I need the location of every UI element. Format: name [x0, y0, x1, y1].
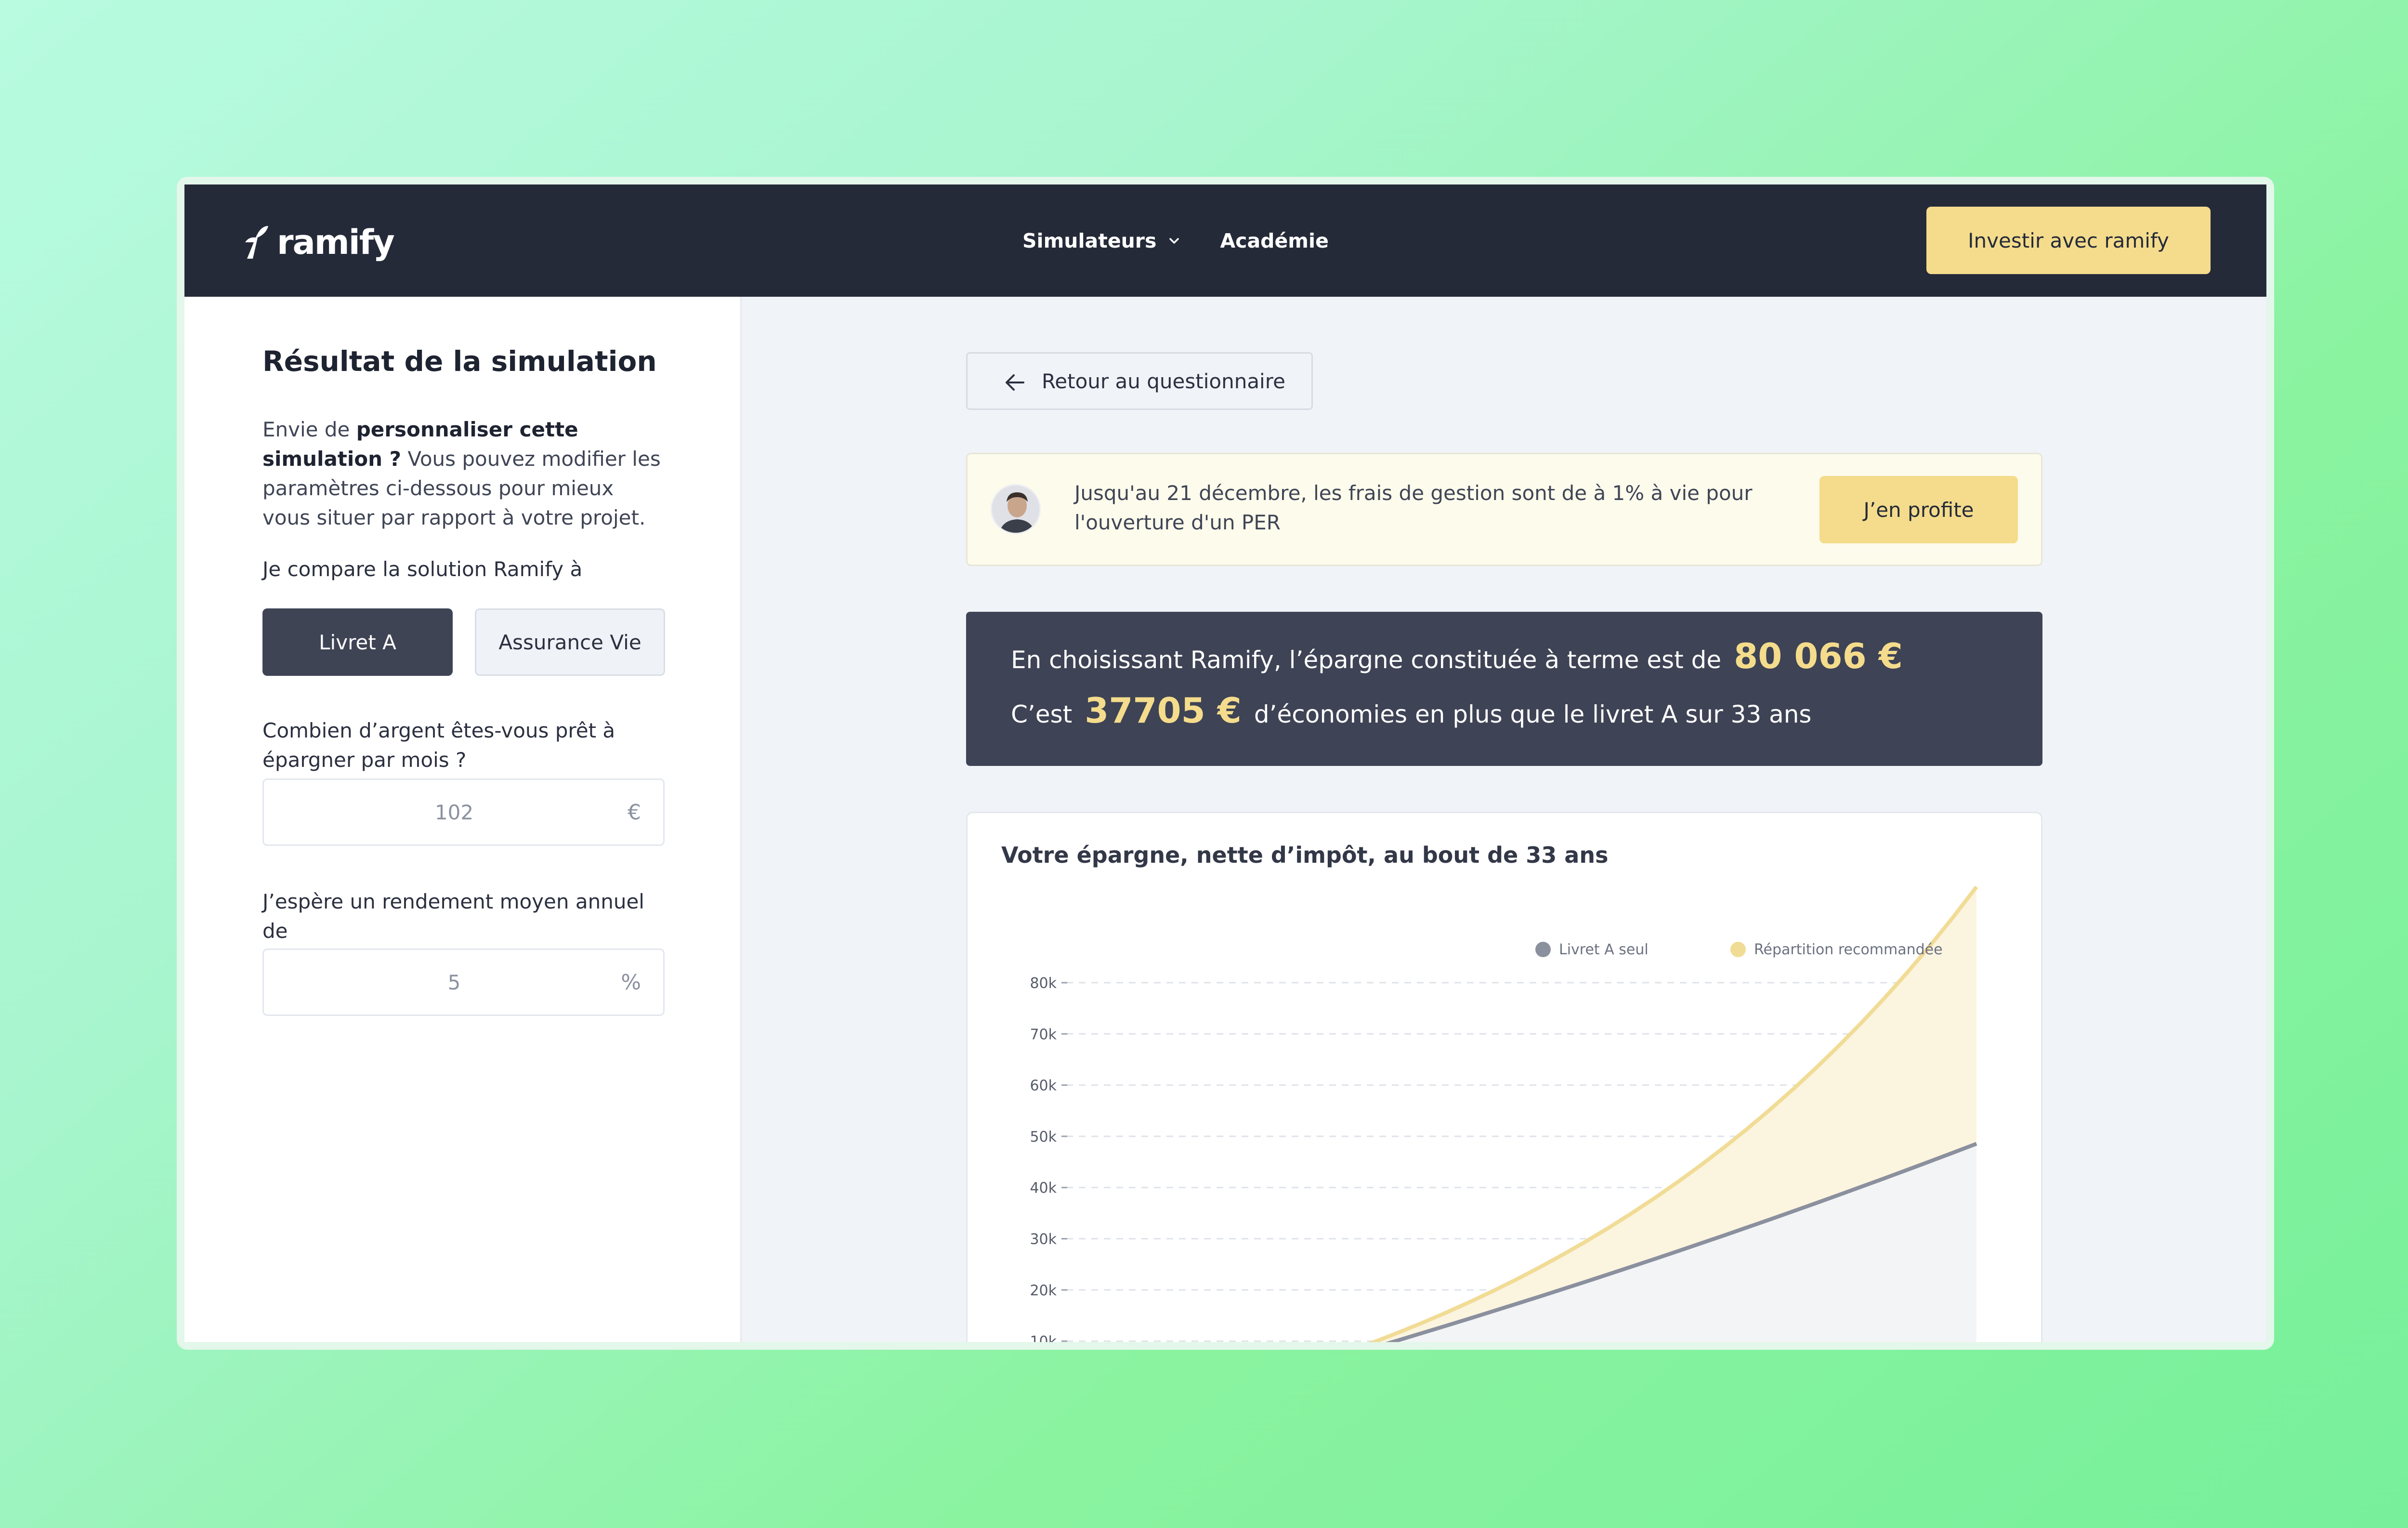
summary-line-1: En choisissant Ramify, l’épargne constit…: [1011, 636, 1915, 676]
summary-line-2-suffix: d’économies en plus que le livret A sur …: [1254, 700, 1812, 728]
summary-line-1-text: En choisissant Ramify, l’épargne constit…: [1011, 646, 1722, 674]
compare-option-livret-a[interactable]: Livret A: [262, 608, 453, 676]
sidebar-intro: Envie de personnaliser cette simulation …: [262, 415, 665, 532]
final-savings-value: 80 066 €: [1734, 636, 1903, 676]
monthly-savings-label: Combien d’argent êtes-vous prêt à épargn…: [262, 719, 615, 772]
top-navbar: ramify Simulateurs Académie Investir ave…: [184, 184, 2266, 297]
y-tick-label: 80k: [1030, 975, 1057, 992]
savings-chart: 10k 20k 30k 40k 50k 60k 70k 80k Livret A seul Rép…: [1030, 885, 1978, 1342]
promo-cta-button[interactable]: J’en profite: [1819, 476, 2018, 543]
euro-unit: €: [628, 800, 641, 825]
summary-line-2-prefix: C’est: [1011, 700, 1073, 728]
return-rate-input[interactable]: 5 %: [262, 948, 665, 1016]
compare-label: Je compare la solution Ramify à: [262, 557, 583, 581]
sidebar-title: Résultat de la simulation: [262, 345, 657, 378]
back-to-questionnaire-button[interactable]: Retour au questionnaire: [966, 352, 1313, 410]
arrow-left-icon: [1006, 374, 1024, 391]
y-tick-label: 20k: [1030, 1282, 1057, 1299]
invest-button[interactable]: Investir avec ramify: [1926, 207, 2211, 274]
legend-label-recommended: Répartition recommandée: [1754, 941, 1943, 958]
advisor-avatar: [991, 484, 1041, 534]
y-tick-label: 40k: [1030, 1180, 1057, 1197]
nav-links: Simulateurs Académie: [1022, 184, 1367, 297]
app-window: ramify Simulateurs Académie Investir ave…: [177, 177, 2274, 1350]
monthly-savings-value: 102: [434, 800, 474, 824]
compare-option-assurance-vie[interactable]: Assurance Vie: [475, 608, 665, 676]
intro-prefix: Envie de: [262, 418, 356, 441]
summary-line-2: C’est 37705 € d’économies en plus que le…: [1011, 690, 1811, 731]
monthly-savings-input[interactable]: 102 €: [262, 778, 665, 846]
y-tick-label: 30k: [1030, 1231, 1057, 1248]
ramify-logo[interactable]: ramify: [241, 218, 395, 266]
nav-item-simulateurs[interactable]: Simulateurs: [1022, 229, 1181, 252]
return-rate-label: J’espère un rendement moyen annuel de: [262, 890, 644, 943]
ramify-logo-icon: [245, 226, 268, 259]
nav-item-academie[interactable]: Académie: [1220, 229, 1328, 252]
simulation-sidebar: Résultat de la simulation Envie de perso…: [184, 297, 742, 1342]
legend-marker-livret-a: [1535, 942, 1551, 957]
y-tick-label: 10k: [1030, 1333, 1057, 1342]
y-tick-label: 70k: [1030, 1026, 1057, 1043]
return-rate-value: 5: [447, 970, 461, 994]
app-viewport: ramify Simulateurs Académie Investir ave…: [184, 184, 2266, 1342]
chevron-down-icon: [1169, 237, 1179, 244]
legend-label-livret-a: Livret A seul: [1559, 941, 1649, 958]
y-tick-label: 50k: [1030, 1129, 1057, 1146]
nav-item-label: Académie: [1220, 229, 1329, 252]
legend-marker-recommended: [1730, 942, 1746, 957]
savings-chart-card: Votre épargne, nette d’impôt, au bout de…: [966, 812, 2042, 1342]
extra-savings-value: 37705 €: [1085, 690, 1242, 731]
savings-summary: En choisissant Ramify, l’épargne constit…: [966, 612, 2042, 766]
back-label: Retour au questionnaire: [1042, 369, 1285, 393]
percent-unit: %: [621, 970, 641, 995]
promo-text: Jusqu'au 21 décembre, les frais de gesti…: [1074, 481, 1753, 534]
logo-text: ramify: [277, 223, 395, 262]
nav-item-label: Simulateurs: [1022, 229, 1157, 252]
person-icon: [992, 486, 1039, 533]
y-tick-label: 60k: [1030, 1078, 1057, 1094]
promo-banner: Jusqu'au 21 décembre, les frais de gesti…: [966, 453, 2042, 566]
